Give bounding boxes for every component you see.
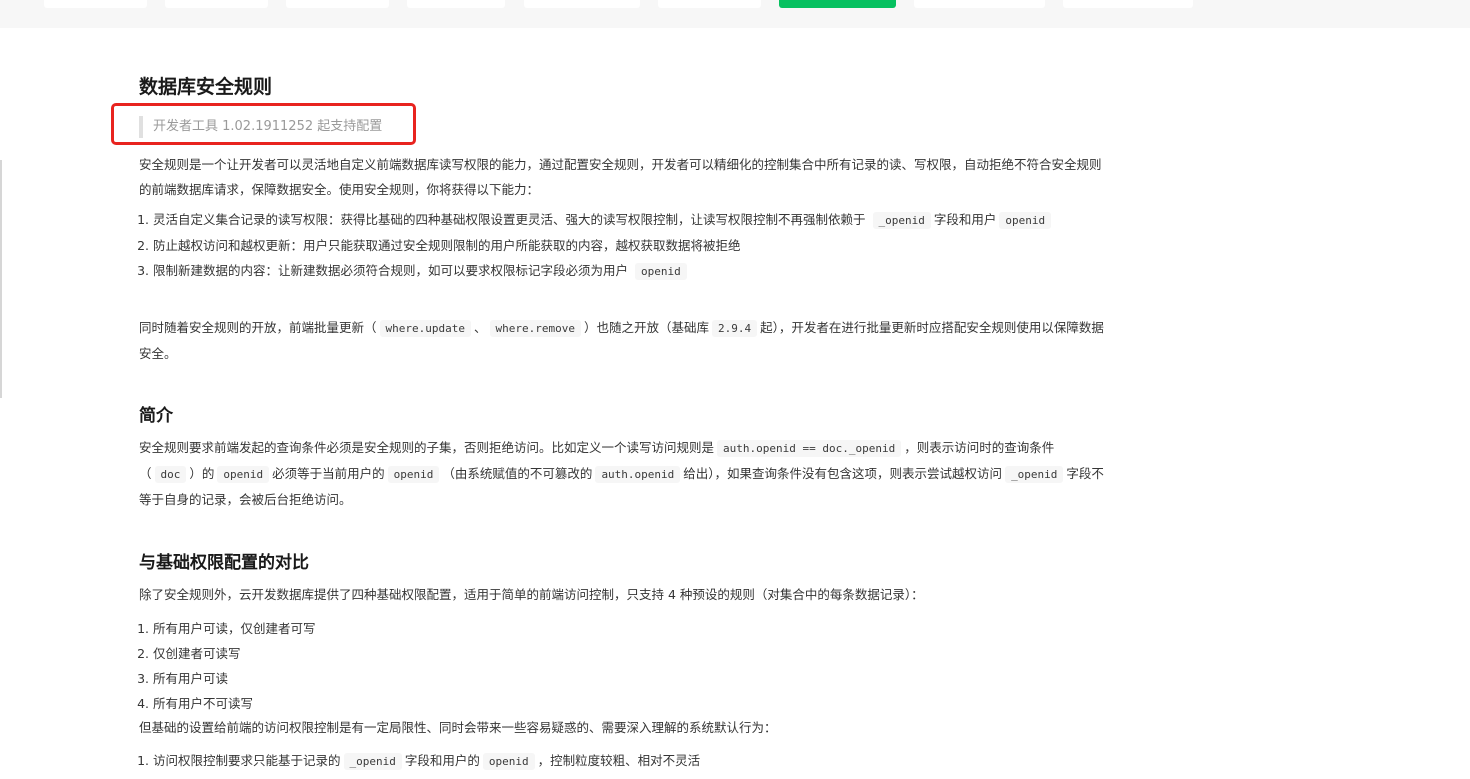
list-item: 仅创建者可读写 xyxy=(153,641,1104,666)
top-nav-bar xyxy=(0,0,1470,28)
sidebar-edge xyxy=(0,160,2,398)
limitations-paragraph: 但基础的设置给前端的访问权限控制是有一定局限性、同时会带来一些容易疑惑的、需要深… xyxy=(139,720,777,735)
top-nav-tab[interactable] xyxy=(524,0,640,8)
top-nav-tab[interactable] xyxy=(44,0,147,8)
section-heading-intro: 简介 xyxy=(139,406,173,426)
basic-rules-list: 所有用户可读，仅创建者可写 仅创建者可读写 所有用户可读 所有用户不可读写 xyxy=(139,616,1104,716)
intro-section-paragraph: 安全规则要求前端发起的查询条件必须是安全规则的子集，否则拒绝访问。比如定义一个读… xyxy=(139,440,1104,507)
compare-paragraph: 除了安全规则外，云开发数据库提供了四种基础权限配置，适用于简单的前端访问控制，只… xyxy=(139,587,924,602)
top-nav-tab[interactable] xyxy=(165,0,268,8)
list-item: 所有用户可读，仅创建者可写 xyxy=(153,616,1104,641)
limitations-list: 访问权限控制要求只能基于记录的_openid字段和用户的openid，控制粒度较… xyxy=(139,748,1104,774)
list-item: 防止越权访问和越权更新：用户只能获取通过安全规则限制的用户所能获取的内容，越权获… xyxy=(153,233,1104,258)
section-heading-compare: 与基础权限配置的对比 xyxy=(139,553,309,573)
top-nav-tab[interactable] xyxy=(914,0,1045,8)
intro-paragraph: 安全规则是一个让开发者可以灵活地自定义前端数据库读写权限的能力，通过配置安全规则… xyxy=(139,157,1102,197)
top-nav-tab[interactable] xyxy=(658,0,761,8)
page-title: 数据库安全规则 xyxy=(139,76,273,98)
batch-update-paragraph: 同时随着安全规则的开放，前端批量更新（ where.update、 where.re… xyxy=(139,320,1104,361)
list-item: 灵活自定义集合记录的读写权限：获得比基础的四种基础权限设置更灵活、强大的读写权限… xyxy=(153,207,1104,233)
abilities-list: 灵活自定义集合记录的读写权限：获得比基础的四种基础权限设置更灵活、强大的读写权限… xyxy=(139,207,1104,284)
top-nav-tab[interactable] xyxy=(286,0,389,8)
list-item: 所有用户可读 xyxy=(153,666,1104,691)
top-nav-tab[interactable] xyxy=(1063,0,1193,8)
top-nav-tab-active[interactable] xyxy=(779,0,896,8)
version-note: 开发者工具 1.02.1911252 起支持配置 xyxy=(139,116,382,138)
list-item: 限制新建数据的内容：让新建数据必须符合规则，如可以要求权限标记字段必须为用户 o… xyxy=(153,258,1104,284)
list-item: 所有用户不可读写 xyxy=(153,691,1104,716)
top-nav-tab[interactable] xyxy=(407,0,505,8)
list-item: 访问权限控制要求只能基于记录的_openid字段和用户的openid，控制粒度较… xyxy=(153,748,1104,774)
